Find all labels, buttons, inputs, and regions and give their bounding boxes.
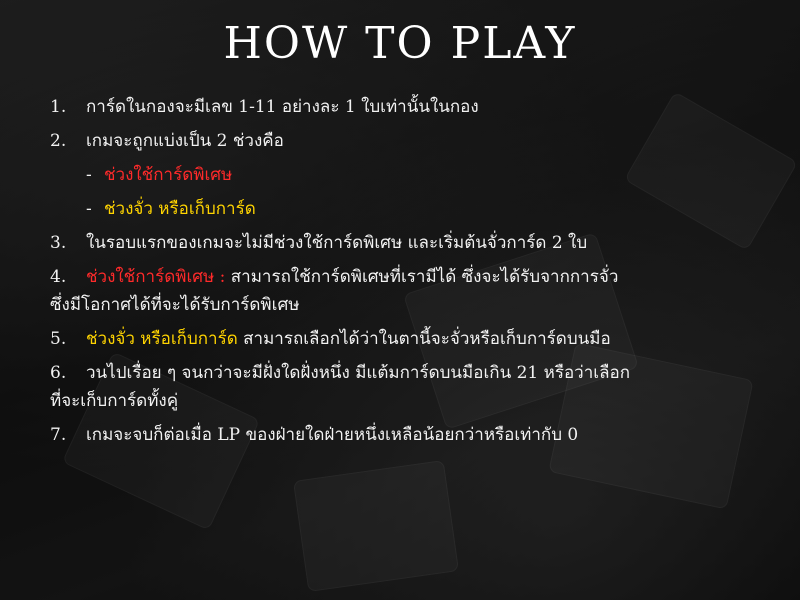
rule-item: 7. เกมจะจบก็ต่อเมื่อ LP ของฝ่ายใดฝ่ายหนึ่… [50, 425, 579, 445]
rules-list: 1. การ์ดในกองจะมีเลข 1-11 อย่างละ 1 ใบเท่… [50, 96, 780, 458]
rule-item: 6. วนไปเรื่อย ๆ จนกว่าจะมีฝั่งใดฝั่งหนึ่ง… [50, 363, 630, 383]
rule-item-continuation: ซึ่งมีโอกาศได้ที่จะได้รับการ์ดพิเศษ [50, 295, 300, 315]
rule-item: 1. การ์ดในกองจะมีเลข 1-11 อย่างละ 1 ใบเท่… [50, 97, 479, 117]
rule-item: 4. ช่วงใช้การ์ดพิเศษ : สามารถใช้การ์ดพิเศ… [50, 267, 619, 287]
rule-item: 2. เกมจะถูกแบ่งเป็น 2 ช่วงคือ [50, 131, 284, 151]
rule-subitem: - ช่วงใช้การ์ดพิเศษ [86, 165, 233, 185]
how-to-play-panel: HOW TO PLAY 1. การ์ดในกองจะมีเลข 1-11 อย่… [0, 0, 800, 600]
rule-item-continuation: ที่จะเก็บการ์ดทั้งคู่ [50, 391, 179, 411]
page-title: HOW TO PLAY [223, 18, 577, 69]
rule-item: 5. ช่วงจั่ว หรือเก็บการ์ด สามารถเลือกได้ว… [50, 329, 611, 349]
rule-subitem: - ช่วงจั่ว หรือเก็บการ์ด [86, 199, 256, 219]
rule-item: 3. ในรอบแรกของเกมจะไม่มีช่วงใช้การ์ดพิเศษ… [50, 233, 588, 253]
